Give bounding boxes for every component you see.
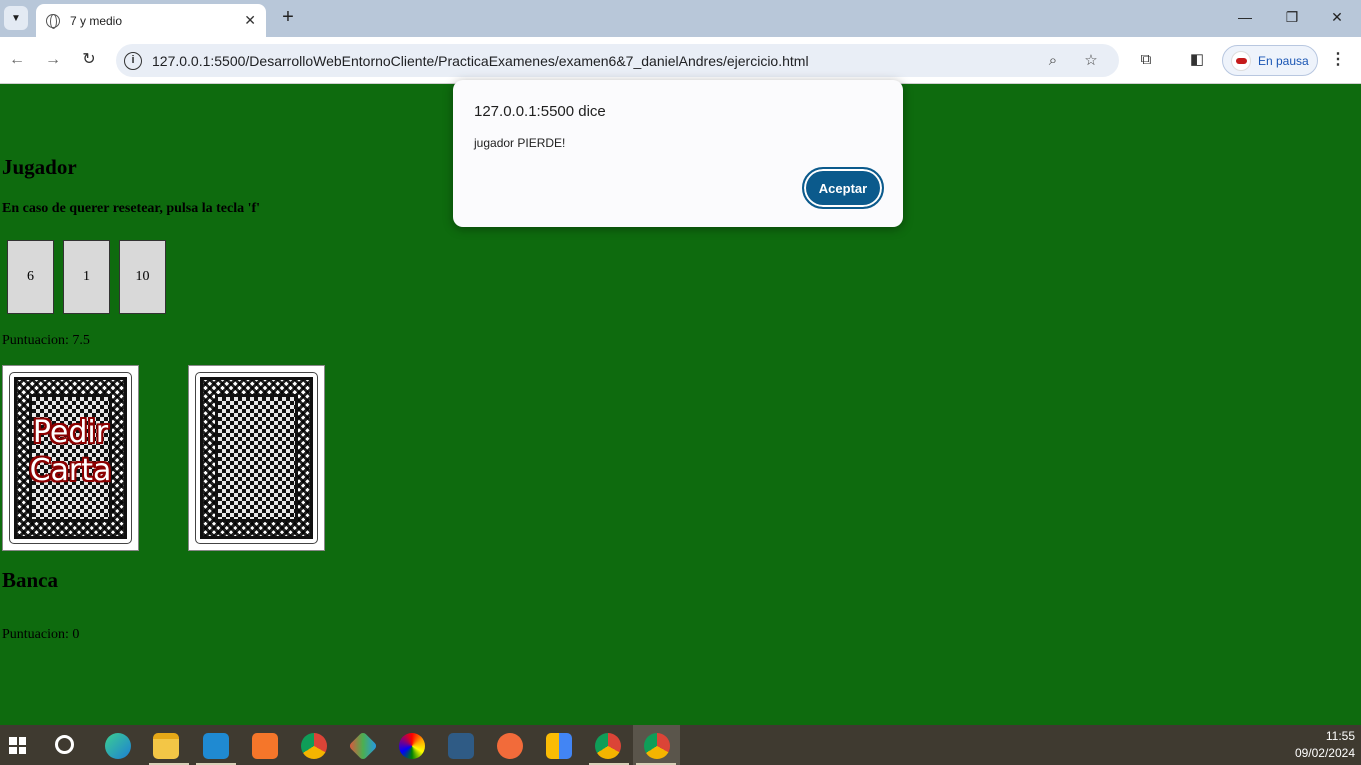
address-bar[interactable]: i 127.0.0.1:5500/DesarrolloWebEntornoCli… bbox=[116, 44, 1119, 77]
tab-search-icon[interactable]: ▼ bbox=[4, 6, 28, 30]
tab-close-icon[interactable]: ✕ bbox=[244, 12, 256, 29]
player-score: Puntuacion: 7.5 bbox=[2, 333, 90, 348]
player-card: 6 bbox=[7, 240, 54, 314]
windows-taskbar: 11:55 09/02/2024 bbox=[0, 725, 1361, 765]
draw-card-button[interactable]: Pedir Carta bbox=[2, 365, 139, 551]
player-card: 10 bbox=[119, 240, 166, 314]
clock-date: 09/02/2024 bbox=[1294, 746, 1355, 760]
git-icon[interactable] bbox=[348, 731, 378, 761]
side-panel-icon[interactable]: ◧ bbox=[1186, 49, 1208, 71]
search-icon[interactable] bbox=[55, 735, 74, 754]
draw-card-label: Pedir Carta bbox=[29, 415, 112, 488]
new-tab-button[interactable]: + bbox=[277, 6, 299, 28]
mysql-workbench-icon[interactable] bbox=[448, 733, 474, 759]
forward-button[interactable]: → bbox=[42, 49, 64, 71]
back-button[interactable]: ← bbox=[6, 49, 28, 71]
alert-dialog: 127.0.0.1:5500 dice jugador PIERDE! Acep… bbox=[453, 80, 903, 227]
dialog-message: jugador PIERDE! bbox=[474, 136, 566, 150]
card-back-frame bbox=[195, 372, 318, 544]
bookmark-star-icon[interactable]: ☆ bbox=[1081, 51, 1101, 71]
tab-title: 7 y medio bbox=[70, 13, 123, 28]
chrome-profile-d-icon[interactable] bbox=[595, 733, 621, 759]
color-app-icon[interactable] bbox=[399, 733, 425, 759]
bank-score: Puntuacion: 0 bbox=[2, 627, 80, 642]
reset-hint: En caso de querer resetear, pulsa la tec… bbox=[2, 201, 261, 216]
globe-icon bbox=[46, 13, 60, 29]
vscode-icon[interactable] bbox=[203, 733, 229, 759]
site-info-icon[interactable]: i bbox=[124, 51, 142, 70]
sourcetree-icon[interactable] bbox=[546, 733, 572, 759]
system-clock[interactable]: 11:55 09/02/2024 bbox=[1295, 728, 1355, 762]
clock-time: 11:55 bbox=[1325, 729, 1355, 743]
profile-avatar-icon bbox=[1231, 50, 1251, 71]
postman-icon[interactable] bbox=[497, 733, 523, 759]
close-window-button[interactable]: ✕ bbox=[1322, 6, 1352, 28]
browser-tabstrip: ▼ 7 y medio ✕ + — ❐ ✕ bbox=[0, 0, 1361, 37]
card-back-pattern bbox=[200, 377, 313, 539]
player-card: 1 bbox=[63, 240, 110, 314]
xampp-icon[interactable] bbox=[252, 733, 278, 759]
extensions-icon[interactable]: ⧉ bbox=[1135, 49, 1157, 71]
chrome-active-icon[interactable] bbox=[644, 733, 670, 759]
edge-icon[interactable] bbox=[105, 733, 131, 759]
file-explorer-icon[interactable] bbox=[153, 733, 179, 759]
profile-button[interactable]: En pausa bbox=[1222, 45, 1318, 76]
zoom-icon[interactable]: ⌕ bbox=[1043, 51, 1063, 71]
bank-heading: Banca bbox=[2, 568, 59, 592]
profile-status-label: En pausa bbox=[1258, 53, 1309, 68]
browser-toolbar: ← → ↻ i 127.0.0.1:5500/DesarrolloWebEnto… bbox=[0, 37, 1361, 84]
dialog-title: 127.0.0.1:5500 dice bbox=[474, 103, 606, 120]
url-text[interactable]: 127.0.0.1:5500/DesarrolloWebEntornoClien… bbox=[152, 53, 1043, 69]
player-heading: Jugador bbox=[2, 155, 77, 179]
tab-7-y-medio[interactable]: 7 y medio ✕ bbox=[36, 4, 266, 37]
minimize-button[interactable]: — bbox=[1230, 6, 1260, 28]
browser-menu-icon[interactable]: ⋮ bbox=[1328, 49, 1348, 71]
start-icon[interactable] bbox=[9, 737, 26, 754]
accept-button[interactable]: Aceptar bbox=[802, 167, 884, 209]
chrome-icon[interactable] bbox=[301, 733, 327, 759]
stand-card-button[interactable] bbox=[188, 365, 325, 551]
restore-button[interactable]: ❐ bbox=[1277, 6, 1307, 28]
reload-button[interactable]: ↻ bbox=[78, 49, 100, 71]
